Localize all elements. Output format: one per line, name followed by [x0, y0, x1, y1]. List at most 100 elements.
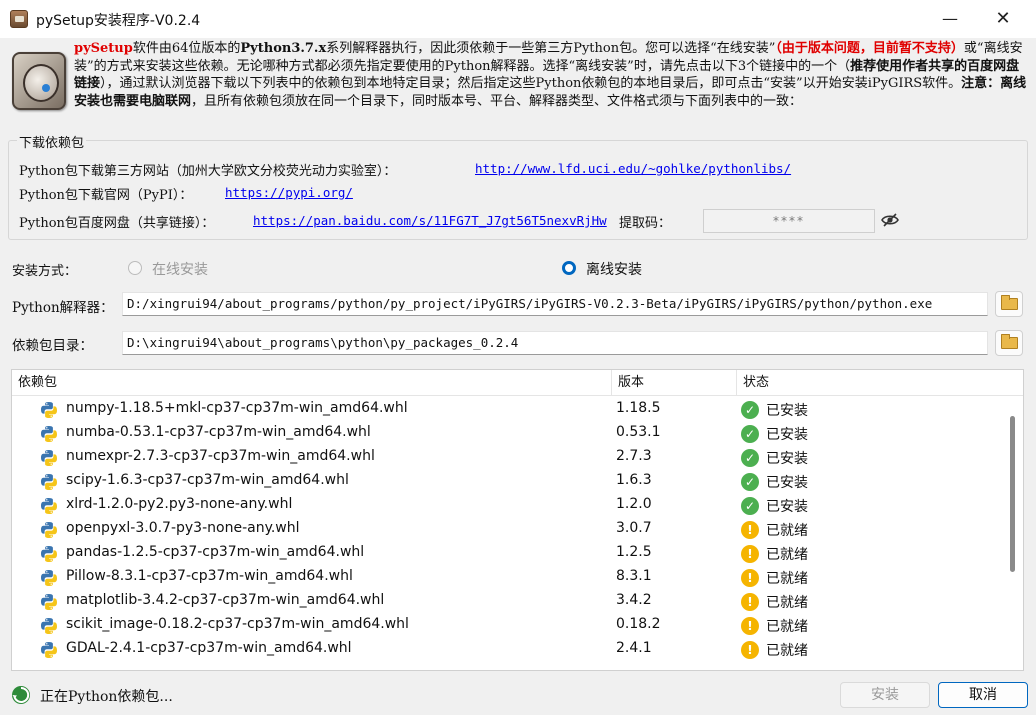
package-version: 8.3.1 — [616, 568, 652, 584]
column-header-status[interactable]: 状态 — [737, 370, 999, 396]
python-package-icon — [40, 569, 58, 587]
package-dir-label: 依赖包目录： — [12, 338, 93, 354]
package-status: 已就绪 — [766, 523, 808, 539]
python-package-icon — [40, 401, 58, 419]
minimize-button[interactable]: — — [937, 6, 963, 32]
online-install-radio[interactable] — [128, 261, 142, 275]
interpreter-path-field[interactable]: D:/xingrui94/about_programs/python/py_pr… — [122, 292, 988, 316]
app-icon — [10, 10, 28, 28]
package-status: 已就绪 — [766, 643, 808, 659]
package-dir-field[interactable]: D:\xingrui94\about_programs\python\py_pa… — [122, 331, 988, 355]
cancel-button[interactable]: 取消 — [938, 682, 1028, 708]
exclamation-icon: ! — [741, 545, 759, 563]
package-name: openpyxl-3.0.7-py3-none-any.whl — [66, 520, 300, 536]
package-status: 已就绪 — [766, 571, 808, 587]
package-version: 1.2.5 — [616, 544, 652, 560]
loading-spinner-icon — [12, 686, 30, 704]
folder-icon — [1001, 334, 1018, 349]
offline-install-radio[interactable] — [562, 261, 576, 275]
column-header-package[interactable]: 依赖包 — [12, 370, 612, 396]
package-status: 已安装 — [766, 427, 808, 443]
table-row[interactable]: GDAL-2.4.1-cp37-cp37m-win_amd64.whl 2.4.1… — [12, 638, 1002, 662]
package-status: 已安装 — [766, 403, 808, 419]
table-row[interactable]: numpy-1.18.5+mkl-cp37-cp37m-win_amd64.wh… — [12, 398, 1002, 422]
table-row[interactable]: Pillow-8.3.1-cp37-cp37m-win_amd64.whl 8.3… — [12, 566, 1002, 590]
package-name: GDAL-2.4.1-cp37-cp37m-win_amd64.whl — [66, 640, 352, 656]
scrollbar-thumb[interactable] — [1010, 416, 1015, 572]
package-table[interactable]: 依赖包 版本 状态 numpy-1.18.5+mkl-cp37-cp37m-wi… — [11, 369, 1024, 671]
python-package-icon — [40, 617, 58, 635]
checkmark-icon: ✓ — [741, 497, 759, 515]
package-version: 2.4.1 — [616, 640, 652, 656]
baidu-link[interactable]: https://pan.baidu.com/s/11FG7T_J7gt56T5n… — [253, 213, 607, 228]
download-group-title: 下载依赖包 — [17, 132, 87, 151]
extract-code-field[interactable]: **** — [703, 209, 875, 233]
package-version: 1.18.5 — [616, 400, 661, 416]
package-name: matplotlib-3.4.2-cp37-cp37m-win_amd64.wh… — [66, 592, 385, 608]
install-button[interactable]: 安装 — [840, 682, 930, 708]
package-version: 2.7.3 — [616, 448, 652, 464]
vertical-scrollbar[interactable] — [1009, 398, 1017, 668]
package-status: 已就绪 — [766, 547, 808, 563]
install-mode-label: 安装方式： — [12, 264, 78, 279]
package-name: Pillow-8.3.1-cp37-cp37m-win_amd64.whl — [66, 568, 353, 584]
package-version: 3.4.2 — [616, 592, 652, 608]
checkmark-icon: ✓ — [741, 473, 759, 491]
online-install-label: 在线安装 — [152, 262, 208, 278]
intro-description: pySetup软件由64位版本的Python3.7.x系列解释器执行，因此须依赖… — [74, 41, 1027, 109]
offline-install-label: 离线安装 — [586, 262, 642, 278]
status-message: 正在Python依赖包... — [40, 689, 173, 705]
package-status: 已安装 — [766, 475, 808, 491]
package-name: scipy-1.6.3-cp37-cp37m-win_amd64.whl — [66, 472, 349, 488]
package-version: 1.6.3 — [616, 472, 652, 488]
pypi-link[interactable]: https://pypi.org/ — [225, 185, 353, 200]
table-row[interactable]: openpyxl-3.0.7-py3-none-any.whl 3.0.7! 已就绪 — [12, 518, 1002, 542]
uci-label: Python包下载第三方网站（加州大学欧文分校荧光动力实验室）： — [19, 164, 397, 179]
package-name: xlrd-1.2.0-py2.py3-none-any.whl — [66, 496, 293, 512]
setup-logo-icon — [12, 52, 66, 110]
close-button[interactable]: ✕ — [990, 6, 1016, 32]
package-version: 1.2.0 — [616, 496, 652, 512]
python-package-icon — [40, 641, 58, 659]
table-row[interactable]: numexpr-2.7.3-cp37-cp37m-win_amd64.whl 2.… — [12, 446, 1002, 470]
pypi-label: Python包下载官网（PyPI）： — [19, 188, 193, 203]
column-header-version[interactable]: 版本 — [612, 370, 737, 396]
package-name: numpy-1.18.5+mkl-cp37-cp37m-win_amd64.wh… — [66, 400, 408, 416]
package-status: 已安装 — [766, 499, 808, 515]
table-row[interactable]: scikit_image-0.18.2-cp37-cp37m-win_amd64… — [12, 614, 1002, 638]
table-row[interactable]: matplotlib-3.4.2-cp37-cp37m-win_amd64.wh… — [12, 590, 1002, 614]
eye-hidden-icon[interactable] — [881, 211, 899, 229]
browse-interpreter-button[interactable] — [995, 291, 1023, 317]
python-package-icon — [40, 545, 58, 563]
python-package-icon — [40, 521, 58, 539]
interpreter-label: Python解释器： — [12, 300, 114, 316]
table-row[interactable]: pandas-1.2.5-cp37-cp37m-win_amd64.whl 1.2… — [12, 542, 1002, 566]
exclamation-icon: ! — [741, 617, 759, 635]
package-version: 3.0.7 — [616, 520, 652, 536]
python-package-icon — [40, 449, 58, 467]
table-body: numpy-1.18.5+mkl-cp37-cp37m-win_amd64.wh… — [12, 398, 1002, 662]
window-title: pySetup安装程序-V0.2.4 — [36, 13, 201, 29]
python-package-icon — [40, 593, 58, 611]
table-row[interactable]: xlrd-1.2.0-py2.py3-none-any.whl 1.2.0 ✓ 已安装 — [12, 494, 1002, 518]
package-status: 已就绪 — [766, 619, 808, 635]
status-bar: 正在Python依赖包... 安装 取消 — [0, 678, 1036, 715]
package-version: 0.18.2 — [616, 616, 661, 632]
table-row[interactable]: scipy-1.6.3-cp37-cp37m-win_amd64.whl 1.6.… — [12, 470, 1002, 494]
python-package-icon — [40, 473, 58, 491]
checkmark-icon: ✓ — [741, 401, 759, 419]
download-group: 下载依赖包 Python包下载第三方网站（加州大学欧文分校荧光动力实验室）： h… — [8, 132, 1028, 240]
package-name: numba-0.53.1-cp37-cp37m-win_amd64.whl — [66, 424, 371, 440]
exclamation-icon: ! — [741, 521, 759, 539]
package-status: 已安装 — [766, 451, 808, 467]
browse-package-dir-button[interactable] — [995, 330, 1023, 356]
package-version: 0.53.1 — [616, 424, 661, 440]
uci-link[interactable]: http://www.lfd.uci.edu/~gohlke/pythonlib… — [475, 161, 791, 176]
intro-section: pySetup软件由64位版本的Python3.7.x系列解释器执行，因此须依赖… — [10, 40, 1028, 126]
table-row[interactable]: numba-0.53.1-cp37-cp37m-win_amd64.whl 0.5… — [12, 422, 1002, 446]
checkmark-icon: ✓ — [741, 425, 759, 443]
exclamation-icon: ! — [741, 593, 759, 611]
package-name: pandas-1.2.5-cp37-cp37m-win_amd64.whl — [66, 544, 365, 560]
folder-icon — [1001, 295, 1018, 310]
exclamation-icon: ! — [741, 641, 759, 659]
